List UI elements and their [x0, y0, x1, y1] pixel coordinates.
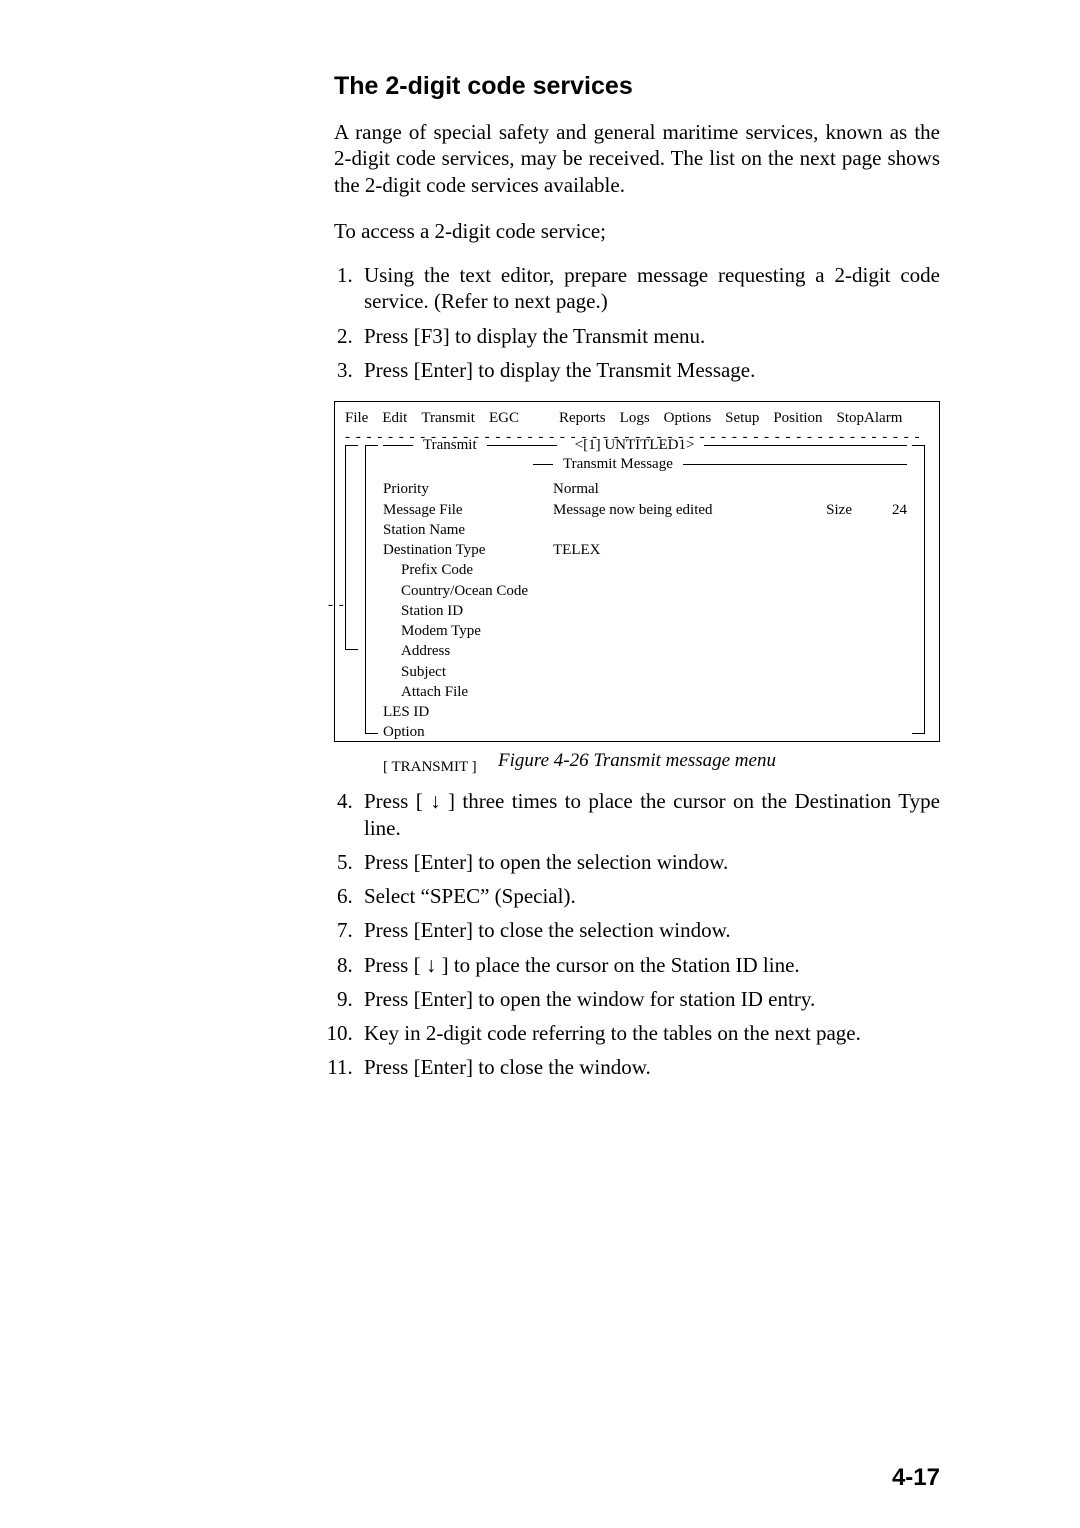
frame-side [365, 457, 366, 721]
list-item: Press [Enter] to open the window for sta… [358, 986, 940, 1012]
panel-title-line-2: Transmit Message [377, 455, 913, 473]
menu-item-egc[interactable]: EGC [489, 408, 519, 428]
row-country-ocean-code[interactable]: Country/Ocean Code [383, 581, 907, 601]
row-attach-file[interactable]: Attach File [383, 682, 907, 702]
transmit-button[interactable]: [ TRANSMIT ] [383, 757, 907, 777]
row-destination-type[interactable]: Destination Type TELEX [383, 540, 907, 560]
menu-item-position[interactable]: Position [773, 408, 822, 428]
panel-title-transmit-message: Transmit Message [559, 454, 677, 474]
menu-item-stopalarm[interactable]: StopAlarm [837, 408, 903, 428]
list-item: Key in 2-digit code referring to the tab… [358, 1020, 940, 1046]
list-item: Press [F3] to display the Transmit menu. [358, 323, 940, 349]
rule [533, 464, 553, 465]
row-prefix-code[interactable]: Prefix Code [383, 560, 907, 580]
list-item: Press [ ↓ ] three times to place the cur… [358, 788, 940, 841]
label: Destination Type [383, 540, 553, 560]
menu-item-logs[interactable]: Logs [620, 408, 650, 428]
menu-item-edit[interactable]: Edit [382, 408, 407, 428]
transmit-screen-mockup: File Edit Transmit EGC Reports Logs Opti… [334, 401, 940, 742]
list-item: Press [Enter] to open the selection wind… [358, 849, 940, 875]
list-item: Using the text editor, prepare message r… [358, 262, 940, 315]
label: Subject [383, 662, 571, 682]
value [553, 520, 907, 540]
list-item: Press [Enter] to display the Transmit Me… [358, 357, 940, 383]
row-station-name[interactable]: Station Name [383, 520, 907, 540]
row-message-file[interactable]: Message File Message now being edited Si… [383, 500, 907, 520]
panel-title-transmit: Transmit [419, 435, 481, 455]
transmit-message-panel: Transmit <[1] UNTITLED1> Transmit Messag… [365, 445, 925, 733]
row-priority[interactable]: Priority Normal [383, 479, 907, 499]
menu-spacer [533, 408, 545, 428]
label: Attach File [383, 682, 571, 702]
menu-item-transmit[interactable]: Transmit [421, 408, 475, 428]
label: Option [383, 722, 553, 742]
row-subject[interactable]: Subject [383, 662, 907, 682]
label: Message File [383, 500, 553, 520]
size-value: 24 [892, 500, 907, 520]
page: The 2-digit code services A range of spe… [0, 0, 1080, 1528]
row-address[interactable]: Address [383, 641, 907, 661]
frame-corner [365, 721, 378, 734]
label: Station Name [383, 520, 553, 540]
steps-list-b: Press [ ↓ ] three times to place the cur… [334, 788, 940, 1080]
menu-item-setup[interactable]: Setup [725, 408, 759, 428]
label: Station ID [383, 601, 571, 621]
panels-area: - - Transmit <[1] UN [335, 445, 939, 741]
label: Country/Ocean Code [383, 581, 571, 601]
list-item: Press [Enter] to close the selection win… [358, 917, 940, 943]
menu-item-reports[interactable]: Reports [559, 408, 606, 428]
value: Message now being edited [553, 500, 826, 520]
value: Normal [553, 479, 907, 499]
rule [683, 464, 907, 465]
frame-side [345, 457, 346, 637]
label: Address [383, 641, 571, 661]
rule [704, 445, 907, 446]
value: TELEX [553, 540, 907, 560]
row-les-id[interactable]: LES ID [383, 702, 907, 722]
frame-corner [345, 445, 358, 458]
label: Priority [383, 479, 553, 499]
panel-title-tab: <[1] UNTITLED1> [571, 435, 699, 455]
figure-transmit-menu: File Edit Transmit EGC Reports Logs Opti… [334, 401, 940, 772]
size-label: Size [826, 500, 892, 520]
frame-side [924, 457, 925, 721]
row-option[interactable]: Option [383, 722, 907, 742]
menu-item-options[interactable]: Options [664, 408, 712, 428]
frame-dash-mark: - - [328, 595, 345, 615]
row-station-id[interactable]: Station ID [383, 601, 907, 621]
list-item: Press [Enter] to close the window. [358, 1054, 940, 1080]
steps-list-a: Using the text editor, prepare message r… [334, 262, 940, 383]
label: Modem Type [383, 621, 571, 641]
menu-item-file[interactable]: File [345, 408, 368, 428]
rule [487, 445, 557, 446]
list-item: Select “SPEC” (Special). [358, 883, 940, 909]
page-number: 4-17 [892, 1464, 940, 1492]
list-item: Press [ ↓ ] to place the cursor on the S… [358, 952, 940, 978]
label: LES ID [383, 702, 553, 722]
menu-bar: File Edit Transmit EGC Reports Logs Opti… [335, 402, 939, 430]
frame-corner [345, 637, 358, 650]
row-modem-type[interactable]: Modem Type [383, 621, 907, 641]
transmit-form: Priority Normal Message File Message now… [383, 479, 907, 777]
rule [383, 445, 413, 446]
panel-title-line-1: Transmit <[1] UNTITLED1> [377, 436, 913, 454]
label: Prefix Code [383, 560, 571, 580]
intro-paragraph-2: To access a 2-digit code service; [334, 218, 940, 244]
section-heading: The 2-digit code services [334, 72, 940, 101]
intro-paragraph-1: A range of special safety and general ma… [334, 119, 940, 198]
frame-corner [912, 721, 925, 734]
